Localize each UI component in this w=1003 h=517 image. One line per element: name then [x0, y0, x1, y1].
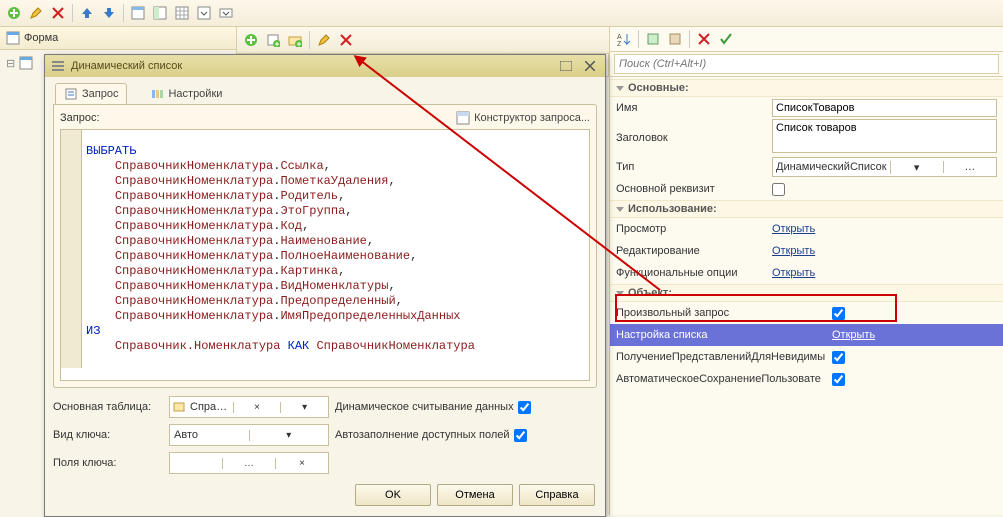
main-table-label: Основная таблица: [53, 401, 163, 413]
list-setup-row[interactable]: Настройка списка Открыть [610, 324, 1003, 346]
edit-open-link[interactable]: Открыть [772, 245, 815, 257]
keykind-combo[interactable]: Авто ▾ [169, 424, 329, 446]
mainreq-label: Основной реквизит [616, 183, 766, 195]
arrow-up-icon[interactable] [77, 3, 97, 23]
funcopt-label: Функциональные опции [616, 267, 766, 279]
customq-label: Произвольный запрос [616, 307, 826, 319]
listsetup-open-link[interactable]: Открыть [832, 329, 875, 341]
tree-expand-icon[interactable]: ⊟ [6, 57, 15, 70]
tab-settings[interactable]: Настройки [141, 83, 231, 104]
dialog-titlebar[interactable]: Динамический список [45, 55, 605, 77]
cancel-button[interactable]: Отмена [437, 484, 513, 506]
query-text-area[interactable]: ВЫБРАТЬ СправочникНоменклатура.Ссылка, С… [60, 129, 590, 381]
add-req-icon[interactable] [241, 30, 261, 50]
delete-red-icon[interactable] [48, 3, 68, 23]
svg-text:A: A [617, 34, 622, 41]
maximize-icon[interactable] [557, 58, 575, 74]
form-panel-header: Форма [0, 27, 236, 50]
dynread-label: Динамическое считывание данных [335, 401, 514, 413]
title-input[interactable] [772, 119, 997, 153]
funcopt-open-link[interactable]: Открыть [772, 267, 815, 279]
prop-search-input[interactable] [614, 54, 999, 74]
layout-icon[interactable] [150, 3, 170, 23]
getrepr-label: ПолучениеПредставленийДляНевидимы [616, 351, 826, 363]
view-label: Просмотр [616, 223, 766, 235]
type-label: Тип [616, 161, 766, 173]
autosave-label: АвтоматическоеСохранениеПользовате [616, 373, 826, 385]
title-label: Заголовок [616, 132, 766, 144]
query-icon [64, 87, 78, 101]
group-main[interactable]: Основные: [610, 79, 1003, 97]
autofill-checkbox[interactable] [514, 429, 527, 442]
autofill-label: Автозаполнение доступных полей [335, 429, 510, 441]
catalog-icon [172, 400, 186, 414]
main-table-combo[interactable]: Справочник.Номенк × ▾ [169, 396, 329, 418]
getrepr-checkbox[interactable] [832, 351, 845, 364]
clear-icon[interactable] [694, 29, 714, 49]
query-label: Запрос: [60, 112, 100, 124]
delete-req-icon[interactable] [336, 30, 356, 50]
settings-icon [150, 87, 164, 101]
main-toolbar [0, 0, 1003, 27]
sort-az-icon[interactable]: AZ [614, 29, 634, 49]
properties-panel: AZ Основные: Имя Заголовок Тип Динамичес [610, 27, 1003, 515]
keyfields-label: Поля ключа: [53, 457, 163, 469]
chevron-down-icon[interactable]: ▾ [280, 402, 328, 413]
listsetup-label: Настройка списка [616, 329, 826, 341]
clear-btn[interactable]: × [233, 402, 281, 413]
dropdown2-icon[interactable] [216, 3, 236, 23]
form-panel-title: Форма [24, 32, 58, 44]
arrow-down-icon[interactable] [99, 3, 119, 23]
ok-button[interactable]: OK [355, 484, 431, 506]
group-usage[interactable]: Использование: [610, 200, 1003, 218]
dynread-checkbox[interactable] [518, 401, 531, 414]
dropdown-icon[interactable] [194, 3, 214, 23]
edit-pencil-icon[interactable] [26, 3, 46, 23]
filter1-icon[interactable] [643, 29, 663, 49]
query-constructor-link[interactable]: Конструктор запроса... [456, 111, 590, 125]
check-icon[interactable] [716, 29, 736, 49]
add-group-icon[interactable] [285, 30, 305, 50]
autosave-checkbox[interactable] [832, 373, 845, 386]
clear-btn[interactable]: × [275, 458, 328, 469]
close-icon[interactable] [581, 58, 599, 74]
mainreq-checkbox[interactable] [772, 183, 785, 196]
svg-text:Z: Z [617, 41, 622, 46]
name-label: Имя [616, 102, 766, 114]
form-icon[interactable] [128, 3, 148, 23]
keyfields-input[interactable]: … × [169, 452, 329, 474]
tab-query[interactable]: Запрос [55, 83, 127, 104]
form-icon [6, 31, 20, 45]
chevron-down-icon[interactable]: ▾ [249, 430, 329, 441]
filter2-icon[interactable] [665, 29, 685, 49]
edit-label: Редактирование [616, 245, 766, 257]
help-button[interactable]: Справка [519, 484, 595, 506]
list-icon [51, 59, 65, 73]
dialog-tabs: Запрос Настройки [45, 77, 605, 104]
add-col-icon[interactable] [263, 30, 283, 50]
ellipsis-btn[interactable]: … [222, 458, 275, 469]
dynamic-list-dialog: Динамический список Запрос Настройки Зап… [44, 54, 606, 517]
add-green-icon[interactable] [4, 3, 24, 23]
keykind-label: Вид ключа: [53, 429, 163, 441]
customq-checkbox[interactable] [832, 307, 845, 320]
chevron-down-icon: ▾ [890, 161, 943, 174]
form-node-icon [19, 56, 33, 70]
grid-icon[interactable] [172, 3, 192, 23]
name-input[interactable] [772, 99, 997, 117]
prop-toolbar: AZ [610, 27, 1003, 52]
constructor-icon [456, 111, 470, 125]
view-open-link[interactable]: Открыть [772, 223, 815, 235]
edit-req-icon[interactable] [314, 30, 334, 50]
group-object[interactable]: Объект: [610, 284, 1003, 302]
query-page: Запрос: Конструктор запроса... ВЫБРАТЬ С… [53, 104, 597, 388]
type-combo[interactable]: ДинамическийСписок▾… [772, 157, 997, 177]
dialog-title: Динамический список [71, 60, 182, 72]
